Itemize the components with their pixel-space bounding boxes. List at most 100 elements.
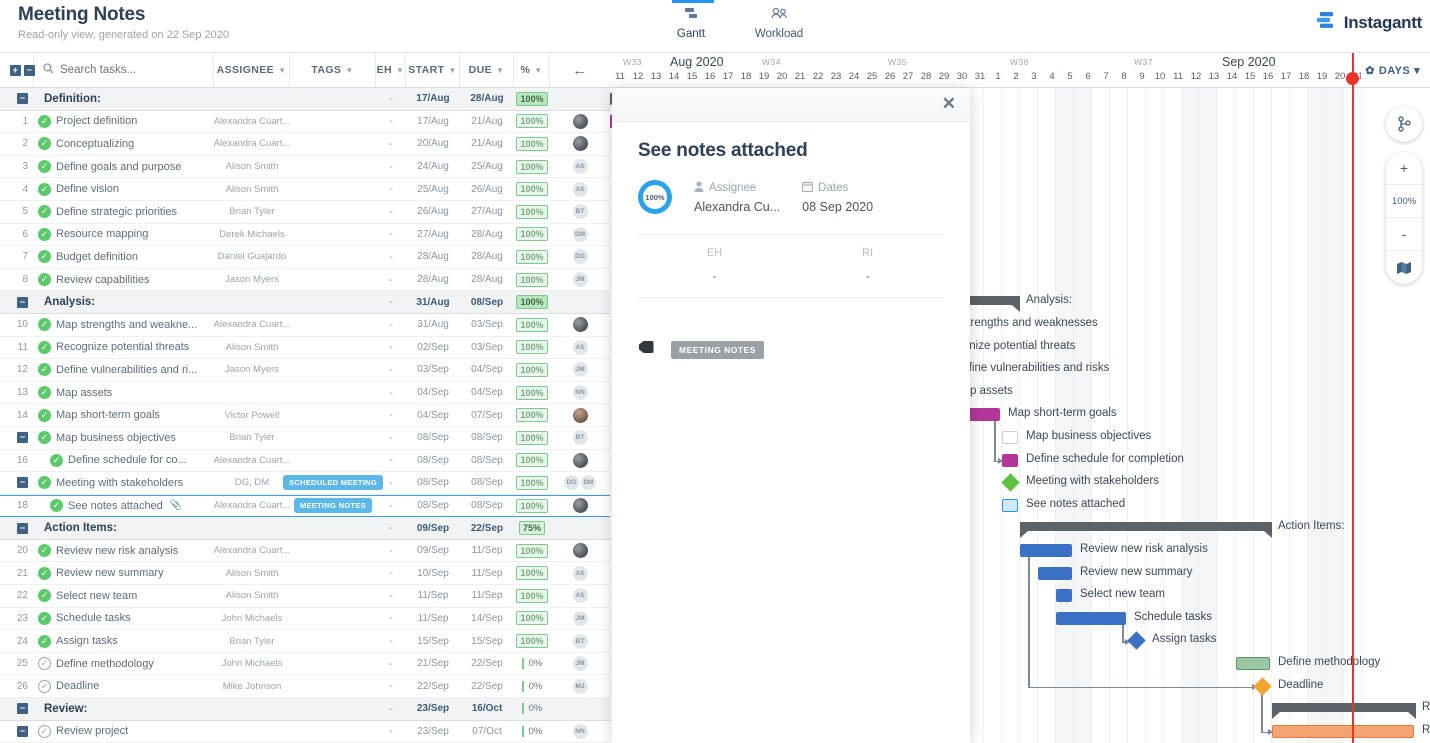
- percent-cell[interactable]: 100%: [514, 291, 550, 313]
- due-date-cell[interactable]: 28/Aug: [460, 246, 514, 268]
- row-expander[interactable]: −: [0, 698, 34, 720]
- due-date-cell[interactable]: 27/Aug: [460, 201, 514, 223]
- due-date-cell[interactable]: 14/Sep: [460, 608, 514, 630]
- expand-all-button[interactable]: +: [10, 65, 21, 76]
- assignee-cell[interactable]: [214, 698, 290, 720]
- column-header-eh[interactable]: EH▼: [376, 53, 406, 87]
- table-row[interactable]: 11✓Recognize potential threatsAlison Smi…: [0, 337, 610, 360]
- search-input[interactable]: [60, 64, 200, 76]
- column-header-percent[interactable]: %▼: [514, 53, 550, 87]
- due-date-cell[interactable]: 28/Aug: [460, 224, 514, 246]
- status-done-icon[interactable]: ✓: [38, 635, 51, 648]
- status-done-icon[interactable]: ✓: [38, 612, 51, 625]
- assignee-cell[interactable]: Alexandra Cuart...: [214, 496, 290, 517]
- status-open-icon[interactable]: ✓: [38, 680, 51, 693]
- row-expander[interactable]: 10: [0, 314, 34, 336]
- task-name-cell[interactable]: ✓Assign tasks: [34, 630, 214, 652]
- assignee-cell[interactable]: Alexandra Cuart...: [214, 111, 290, 133]
- table-row[interactable]: 16✓Define schedule for co...Alexandra Cu…: [0, 450, 610, 473]
- task-name-cell[interactable]: ✓Project definition: [34, 111, 214, 133]
- tags-cell[interactable]: [290, 359, 376, 381]
- assignee-cell[interactable]: John Michaels: [214, 653, 290, 675]
- task-name-cell[interactable]: ✓Map assets: [34, 382, 214, 404]
- assignee-cell[interactable]: [214, 88, 290, 110]
- percent-cell[interactable]: 100%: [514, 224, 550, 246]
- task-name-cell[interactable]: ✓Define vulnerabilities and ri...: [34, 359, 214, 381]
- assignee-cell[interactable]: Alison Smith: [214, 178, 290, 200]
- assignee-cell[interactable]: Jason Myers: [214, 269, 290, 291]
- task-name-cell[interactable]: ✓Schedule tasks: [34, 608, 214, 630]
- start-date-cell[interactable]: 17/Aug: [406, 111, 460, 133]
- status-done-icon[interactable]: ✓: [38, 205, 51, 218]
- assignee-cell[interactable]: Daniel Guajardo: [214, 246, 290, 268]
- gantt-bar[interactable]: [1002, 454, 1018, 467]
- due-date-cell[interactable]: 21/Aug: [460, 111, 514, 133]
- tags-cell[interactable]: [290, 88, 376, 110]
- group-row[interactable]: −Definition:-17/Aug28/Aug100%: [0, 88, 610, 111]
- tags-cell[interactable]: [290, 246, 376, 268]
- status-done-icon[interactable]: ✓: [50, 499, 63, 512]
- task-name-cell[interactable]: ✓Define goals and purpose: [34, 156, 214, 178]
- table-row[interactable]: −✓Review project-23/Sep07/Oct0%NN: [0, 721, 610, 743]
- start-date-cell[interactable]: 21/Sep: [406, 653, 460, 675]
- tags-cell[interactable]: SCHEDULED MEETING: [290, 472, 376, 494]
- assignee-cell[interactable]: Alexandra Cuart...: [214, 540, 290, 562]
- task-name-cell[interactable]: ✓Map business objectives: [34, 427, 214, 449]
- row-expander[interactable]: 3: [0, 156, 34, 178]
- tags-cell[interactable]: [290, 450, 376, 472]
- task-name-cell[interactable]: ✓Meeting with stakeholders: [34, 472, 214, 494]
- table-row[interactable]: 13✓Map assets-04/Sep04/Sep100%NN: [0, 382, 610, 405]
- percent-cell[interactable]: 100%: [514, 111, 550, 133]
- gantt-bar[interactable]: [1002, 499, 1018, 512]
- gantt-bar[interactable]: [1038, 567, 1072, 580]
- tags-cell[interactable]: [290, 675, 376, 697]
- due-date-cell[interactable]: 08/Sep: [460, 450, 514, 472]
- tags-cell[interactable]: [290, 608, 376, 630]
- tags-cell[interactable]: [290, 562, 376, 584]
- percent-cell[interactable]: 100%: [514, 269, 550, 291]
- percent-cell[interactable]: 100%: [514, 156, 550, 178]
- tags-cell[interactable]: [290, 156, 376, 178]
- row-expander[interactable]: −: [0, 517, 34, 539]
- modal-tag-pill[interactable]: MEETING NOTES: [671, 341, 764, 359]
- gantt-bar[interactable]: [1020, 544, 1072, 557]
- start-date-cell[interactable]: 11/Sep: [406, 608, 460, 630]
- row-expander[interactable]: 12: [0, 359, 34, 381]
- assignee-cell[interactable]: Jason Myers: [214, 359, 290, 381]
- start-date-cell[interactable]: 26/Aug: [406, 201, 460, 223]
- start-date-cell[interactable]: 27/Aug: [406, 224, 460, 246]
- assignee-cell[interactable]: Derek Michaels: [214, 224, 290, 246]
- percent-cell[interactable]: 100%: [514, 337, 550, 359]
- start-date-cell[interactable]: 04/Sep: [406, 404, 460, 426]
- gantt-summary-bar[interactable]: [1272, 703, 1416, 712]
- task-name-cell[interactable]: ✓See notes attached📎: [34, 496, 214, 517]
- start-date-cell[interactable]: 09/Sep: [406, 517, 460, 539]
- close-icon[interactable]: ✕: [942, 95, 956, 113]
- status-done-icon[interactable]: ✓: [38, 363, 51, 376]
- row-expander[interactable]: 21: [0, 562, 34, 584]
- due-date-cell[interactable]: 28/Aug: [460, 88, 514, 110]
- tags-cell[interactable]: [290, 133, 376, 155]
- due-date-cell[interactable]: 22/Sep: [460, 675, 514, 697]
- row-expander[interactable]: 2: [0, 133, 34, 155]
- task-name-cell[interactable]: ✓Review capabilities: [34, 269, 214, 291]
- assignee-cell[interactable]: Alison Smith: [214, 337, 290, 359]
- percent-cell[interactable]: 100%: [514, 562, 550, 584]
- gantt-bar[interactable]: [1002, 431, 1018, 444]
- tags-cell[interactable]: [290, 427, 376, 449]
- task-name-cell[interactable]: ✓Resource mapping: [34, 224, 214, 246]
- status-done-icon[interactable]: ✓: [38, 228, 51, 241]
- task-name-cell[interactable]: ✓Review new risk analysis: [34, 540, 214, 562]
- collapse-panel-button[interactable]: ←: [550, 53, 610, 87]
- assignee-cell[interactable]: Mike Johnson: [214, 675, 290, 697]
- attachment-icon[interactable]: 📎: [170, 500, 182, 511]
- assignee-cell[interactable]: Alison Smith: [214, 562, 290, 584]
- modal-assignee-field[interactable]: Assignee Alexandra Cu...: [694, 181, 780, 214]
- tags-cell[interactable]: [290, 314, 376, 336]
- start-date-cell[interactable]: 09/Sep: [406, 540, 460, 562]
- gantt-bar[interactable]: [1272, 725, 1414, 738]
- due-date-cell[interactable]: 11/Sep: [460, 540, 514, 562]
- task-name-cell[interactable]: ✓Define methodology: [34, 653, 214, 675]
- map-icon[interactable]: [1386, 251, 1422, 284]
- table-row[interactable]: 12✓Define vulnerabilities and ri...Jason…: [0, 359, 610, 382]
